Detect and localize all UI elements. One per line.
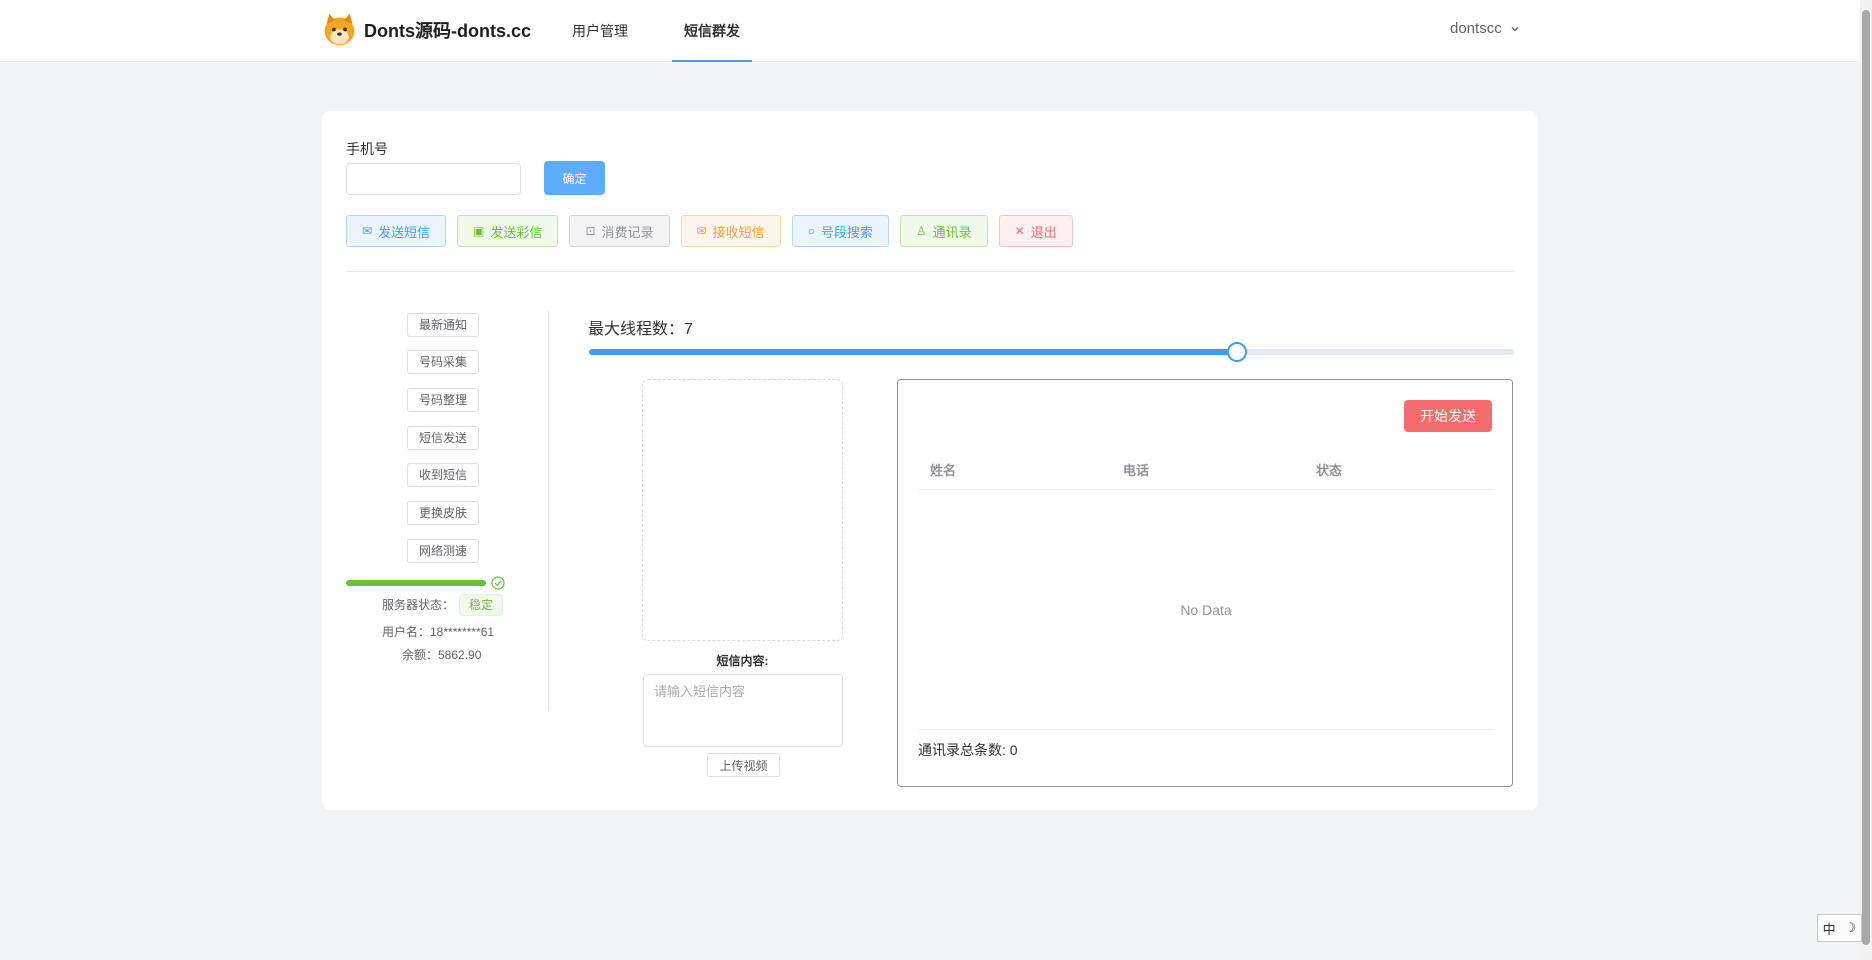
contacts-button[interactable]: ♙ 通讯录: [899, 215, 988, 247]
number-collection-button[interactable]: 号码采集: [407, 350, 479, 374]
sms-send-button[interactable]: 短信发送: [407, 426, 479, 450]
server-progress-fill: [346, 580, 486, 586]
search-icon: ○: [807, 224, 815, 238]
send-sms-label: 发送短信: [378, 224, 431, 240]
close-icon: ✕: [1014, 224, 1025, 238]
ime-lang: 中: [1822, 921, 1836, 937]
logout-label: 退出: [1030, 224, 1057, 240]
number-organize-button[interactable]: 号码整理: [407, 388, 479, 412]
table-empty-state: No Data: [918, 490, 1494, 730]
receive-sms-label: 接收短信: [712, 224, 765, 240]
user-dropdown[interactable]: dontscc: [1450, 20, 1520, 37]
contacts-table-panel: 开始发送 姓名 电话 状态 No Data 通讯录总条数: 0: [897, 379, 1513, 787]
phone-label: 手机号: [346, 141, 388, 157]
mail-icon: ✉: [696, 224, 707, 238]
column-name: 姓名: [930, 463, 957, 478]
threads-slider-handle[interactable]: [1226, 342, 1247, 362]
latest-notice-button[interactable]: 最新通知: [407, 313, 479, 337]
consumption-records-label: 消费记录: [601, 224, 654, 240]
threads-slider[interactable]: [589, 349, 1514, 355]
action-toolbar: ✉ 发送短信 ▣ 发送彩信 ⊡ 消费记录 ✉ 接收短信 ○ 号段搜索 ♙ 通讯录…: [346, 215, 1084, 247]
tab-sms-broadcast[interactable]: 短信群发: [672, 0, 752, 62]
top-navbar: Donts源码-donts.cc 用户管理 短信群发 dontscc: [0, 0, 1860, 62]
balance-info: 余额：5862.90: [402, 648, 482, 662]
table-header: 姓名 电话 状态: [918, 450, 1494, 490]
image-upload-area[interactable]: [642, 379, 843, 641]
sidebar-divider: [548, 311, 549, 711]
number-search-label: 号段搜索: [820, 224, 873, 240]
shopping-icon: ⊡: [585, 224, 596, 238]
logout-button[interactable]: ✕ 退出: [998, 215, 1073, 247]
username-info: 用户名：18********61: [382, 625, 495, 639]
network-speed-test-button[interactable]: 网络测速: [407, 539, 479, 563]
sms-content-label: 短信内容:: [716, 654, 769, 668]
brand-logo[interactable]: Donts源码-donts.cc: [321, 11, 531, 48]
divider: [346, 271, 1514, 272]
contacts-total-value: 0: [1009, 742, 1018, 758]
column-status: 状态: [1316, 463, 1343, 478]
chevron-down-icon: [1511, 26, 1519, 31]
check-circle-icon: [491, 576, 505, 590]
server-status-label: 服务器状态：: [382, 598, 455, 612]
confirm-button[interactable]: 确定: [544, 161, 605, 195]
contacts-total: 通讯录总条数: 0: [918, 740, 1018, 760]
max-threads-value: 7: [684, 321, 693, 338]
moon-icon: ☽: [1844, 920, 1857, 935]
upload-video-button[interactable]: 上传视频: [707, 753, 780, 777]
brand-name: Donts源码-donts.cc: [364, 20, 532, 41]
received-sms-button[interactable]: 收到短信: [407, 463, 479, 487]
send-mms-button[interactable]: ▣ 发送彩信: [457, 215, 559, 247]
ime-indicator[interactable]: 中 ☽: [1817, 914, 1862, 942]
mail-icon: ✉: [362, 224, 373, 238]
box-icon: ▣: [473, 224, 485, 238]
contacts-total-label: 通讯录总条数:: [918, 742, 1006, 758]
server-progress-bar: [346, 580, 486, 586]
contacts-label: 通讯录: [932, 224, 972, 240]
sms-content-input[interactable]: [643, 674, 843, 747]
scrollbar-thumb[interactable]: [1862, 10, 1870, 945]
send-sms-button[interactable]: ✉ 发送短信: [346, 215, 447, 247]
send-mms-label: 发送彩信: [490, 224, 543, 240]
change-skin-button[interactable]: 更换皮肤: [407, 501, 479, 525]
max-threads-text: 最大线程数：: [588, 321, 685, 338]
main-card: 手机号 确定 ✉ 发送短信 ▣ 发送彩信 ⊡ 消费记录 ✉ 接收短信 ○ 号段搜…: [322, 111, 1538, 810]
consumption-records-button[interactable]: ⊡ 消费记录: [569, 215, 670, 247]
threads-slider-fill: [589, 349, 1237, 355]
tab-user-management[interactable]: 用户管理: [572, 0, 628, 62]
user-icon: ♙: [915, 224, 927, 238]
column-phone: 电话: [1123, 463, 1150, 478]
shiba-logo-icon: [324, 13, 355, 46]
start-send-button[interactable]: 开始发送: [1404, 400, 1492, 432]
phone-input[interactable]: [346, 163, 521, 195]
max-threads-label: 最大线程数：7: [588, 315, 693, 339]
username: dontscc: [1450, 20, 1502, 37]
server-status-tag: 稳定: [459, 594, 503, 616]
receive-sms-button[interactable]: ✉ 接收短信: [680, 215, 781, 247]
number-search-button[interactable]: ○ 号段搜索: [791, 215, 889, 247]
